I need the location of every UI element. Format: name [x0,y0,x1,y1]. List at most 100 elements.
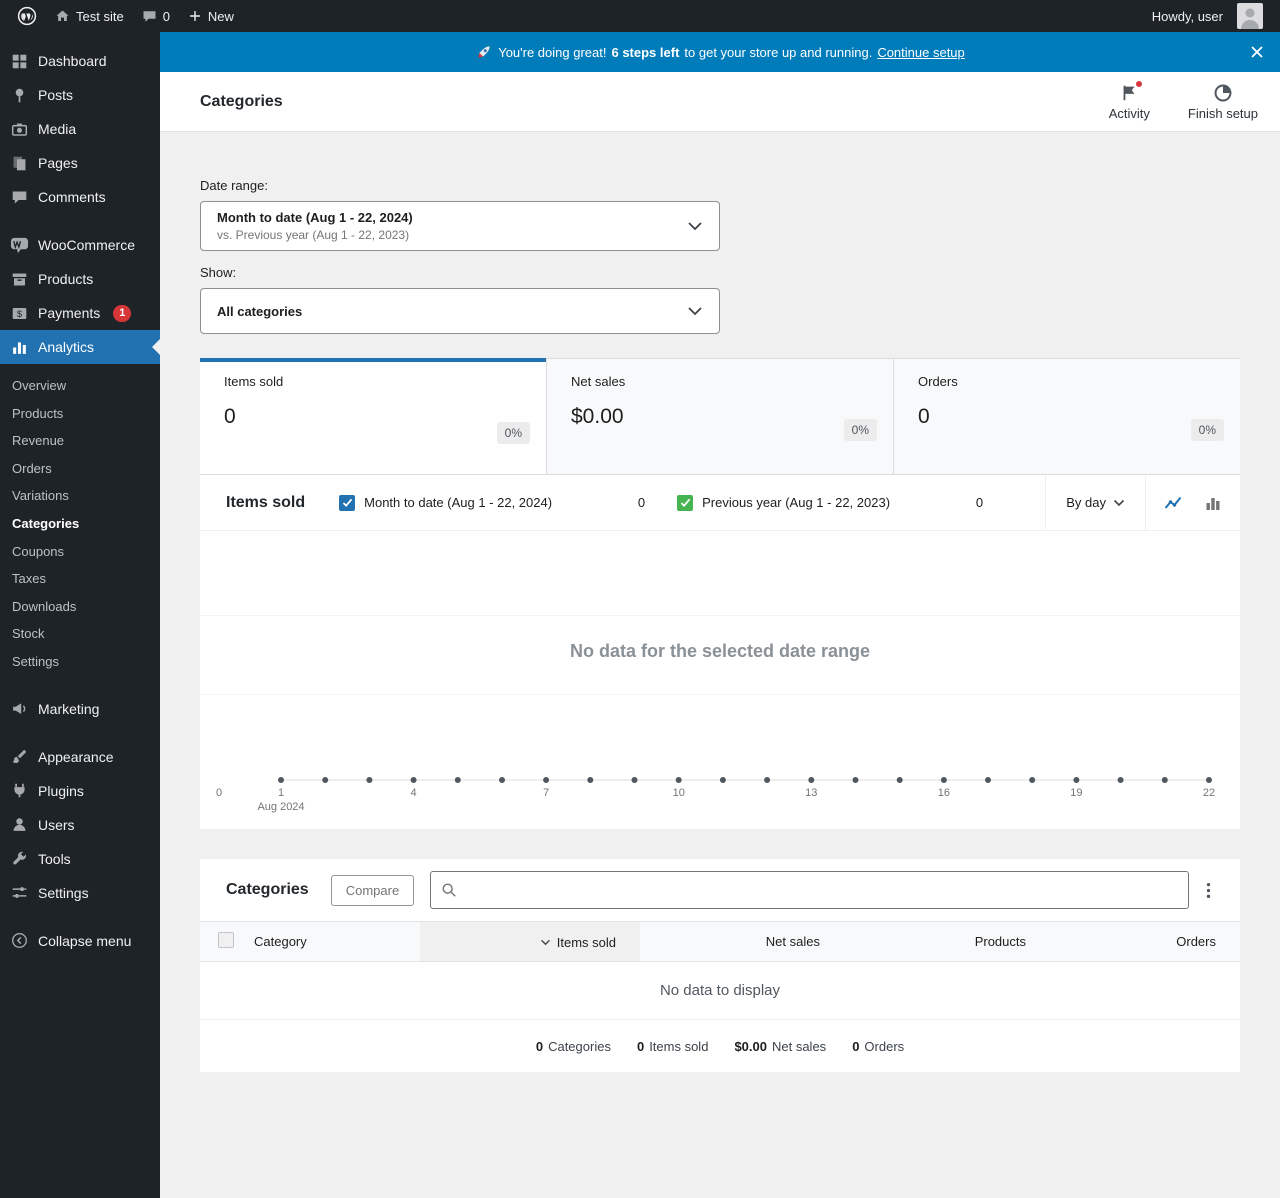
rocket-icon [475,43,493,61]
submenu-item-downloads[interactable]: Downloads [0,593,160,621]
legend-previous-period[interactable]: Previous year (Aug 1 - 22, 2023) 0 [677,494,983,511]
summary-net-sales: $0.00 Net sales [734,1039,826,1054]
x-axis-tick: 22 [1202,787,1216,799]
sidebar-item-payments[interactable]: $ Payments 1 [0,296,160,330]
x-axis-ticks: 1 4 7 10 13 16 19 22 [200,787,1240,801]
bar-chart-icon[interactable] [1198,488,1228,518]
legend-label: Month to date (Aug 1 - 22, 2024) [364,495,553,510]
comment-bubble-icon [9,187,29,207]
submenu-item-overview[interactable]: Overview [0,372,160,400]
sidebar-item-label: WooCommerce [38,237,135,253]
column-header-category[interactable]: Category [246,921,420,962]
continue-setup-link[interactable]: Continue setup [877,45,964,60]
summary-categories: 0 Categories [536,1039,611,1054]
submenu-item-stock[interactable]: Stock [0,620,160,648]
x-axis-tick: 19 [1070,787,1083,799]
gridline [200,694,1240,695]
sidebar-collapse-menu[interactable]: Collapse menu [0,924,160,958]
column-header-orders[interactable]: Orders [1050,921,1240,962]
site-name-link[interactable]: Test site [46,0,133,32]
submenu-item-variations[interactable]: Variations [0,482,160,510]
interval-value: By day [1066,495,1106,510]
stat-tab-net-sales[interactable]: Net sales $0.00 0% [546,358,893,474]
sidebar-item-analytics[interactable]: Analytics [0,330,160,364]
sidebar-item-users[interactable]: Users [0,808,160,842]
wordpress-logo[interactable] [8,0,46,32]
new-content-button[interactable]: New [179,0,243,32]
compare-button[interactable]: Compare [330,874,415,906]
sidebar-item-products[interactable]: Products [0,262,160,296]
sidebar-item-dashboard[interactable]: Dashboard [0,44,160,78]
setup-banner: You're doing great! 6 steps left to get … [160,32,1280,72]
submenu-item-taxes[interactable]: Taxes [0,565,160,593]
sidebar-item-label: Comments [38,189,106,205]
howdy-text: Howdy, user [1151,8,1223,24]
woocommerce-icon [9,235,29,255]
sidebar-item-label: Media [38,121,77,137]
comments-shortcut[interactable]: 0 [133,0,179,32]
submenu-item-products[interactable]: Products [0,400,160,428]
sidebar-item-label: Settings [38,884,89,901]
category-filter-select[interactable]: All categories [200,288,720,334]
sidebar-item-pages[interactable]: Pages [0,146,160,180]
sidebar-item-media[interactable]: Media [0,112,160,146]
sidebar-item-label: Plugins [38,782,84,799]
plug-icon [9,781,29,801]
sidebar-item-label: Dashboard [38,53,107,69]
submenu-item-orders[interactable]: Orders [0,455,160,483]
summary-label: Orders [864,1038,905,1054]
sidebar-item-plugins[interactable]: Plugins [0,774,160,808]
stat-tab-items-sold[interactable]: Items sold 0 0% [200,358,546,474]
category-filter-value: All categories [217,303,303,319]
gridline [200,615,1240,616]
column-header-products[interactable]: Products [844,921,1050,962]
line-chart-icon[interactable] [1158,488,1188,518]
legend-current-period[interactable]: Month to date (Aug 1 - 22, 2024) 0 [339,494,645,511]
table-menu-button[interactable] [1201,875,1216,906]
submenu-item-categories[interactable]: Categories [0,510,160,538]
finish-setup-button[interactable]: Finish setup [1182,79,1264,125]
stat-delta-badge: 0% [843,419,877,441]
stat-label: Orders [918,374,958,389]
chevron-down-icon [1113,499,1125,506]
table-search[interactable] [430,871,1189,909]
submenu-item-settings[interactable]: Settings [0,648,160,676]
close-banner-button[interactable] [1250,45,1264,59]
stat-tab-orders[interactable]: Orders 0 0% [893,358,1240,474]
empty-row: No data to display [200,961,1240,1020]
chart-controls: By day [1045,475,1240,530]
activity-button[interactable]: Activity [1103,79,1156,125]
search-input[interactable] [464,882,1178,898]
date-range-select[interactable]: Month to date (Aug 1 - 22, 2024) vs. Pre… [200,201,720,251]
plus-icon [188,9,202,23]
sidebar-separator [0,214,160,228]
sidebar-item-woocommerce[interactable]: WooCommerce [0,228,160,262]
sidebar-item-comments[interactable]: Comments [0,180,160,214]
x-axis-tick: 10 [672,787,685,799]
sidebar-item-posts[interactable]: Posts [0,78,160,112]
account-menu[interactable]: Howdy, user [1143,0,1272,32]
select-all-checkbox[interactable] [200,921,246,962]
sidebar-item-settings[interactable]: Settings [0,876,160,910]
sidebar-item-appearance[interactable]: Appearance [0,740,160,774]
payments-icon: $ [9,303,29,323]
chart-header: Items sold Month to date (Aug 1 - 22, 20… [200,475,1240,531]
chevron-down-icon [687,221,703,231]
sidebar-item-label: Marketing [38,700,100,717]
column-header-net-sales[interactable]: Net sales [640,921,844,962]
sidebar-item-marketing[interactable]: Marketing [0,692,160,726]
submenu-item-coupons[interactable]: Coupons [0,538,160,566]
summary-label: Categories [548,1038,611,1054]
column-header-items-sold[interactable]: Items sold [420,921,640,962]
megaphone-icon [9,699,29,719]
table-empty-message: No data to display [200,961,1240,1020]
sidebar-separator [0,726,160,740]
avatar [1237,3,1263,29]
chart-card: Items sold Month to date (Aug 1 - 22, 20… [200,475,1240,829]
interval-select[interactable]: By day [1045,475,1145,530]
y-axis-zero-label: 0 [216,787,223,799]
submenu-item-revenue[interactable]: Revenue [0,427,160,455]
sidebar-item-label: Products [38,271,94,287]
banner-message-suffix: to get your store up and running. [684,44,873,60]
sidebar-item-tools[interactable]: Tools [0,842,160,876]
